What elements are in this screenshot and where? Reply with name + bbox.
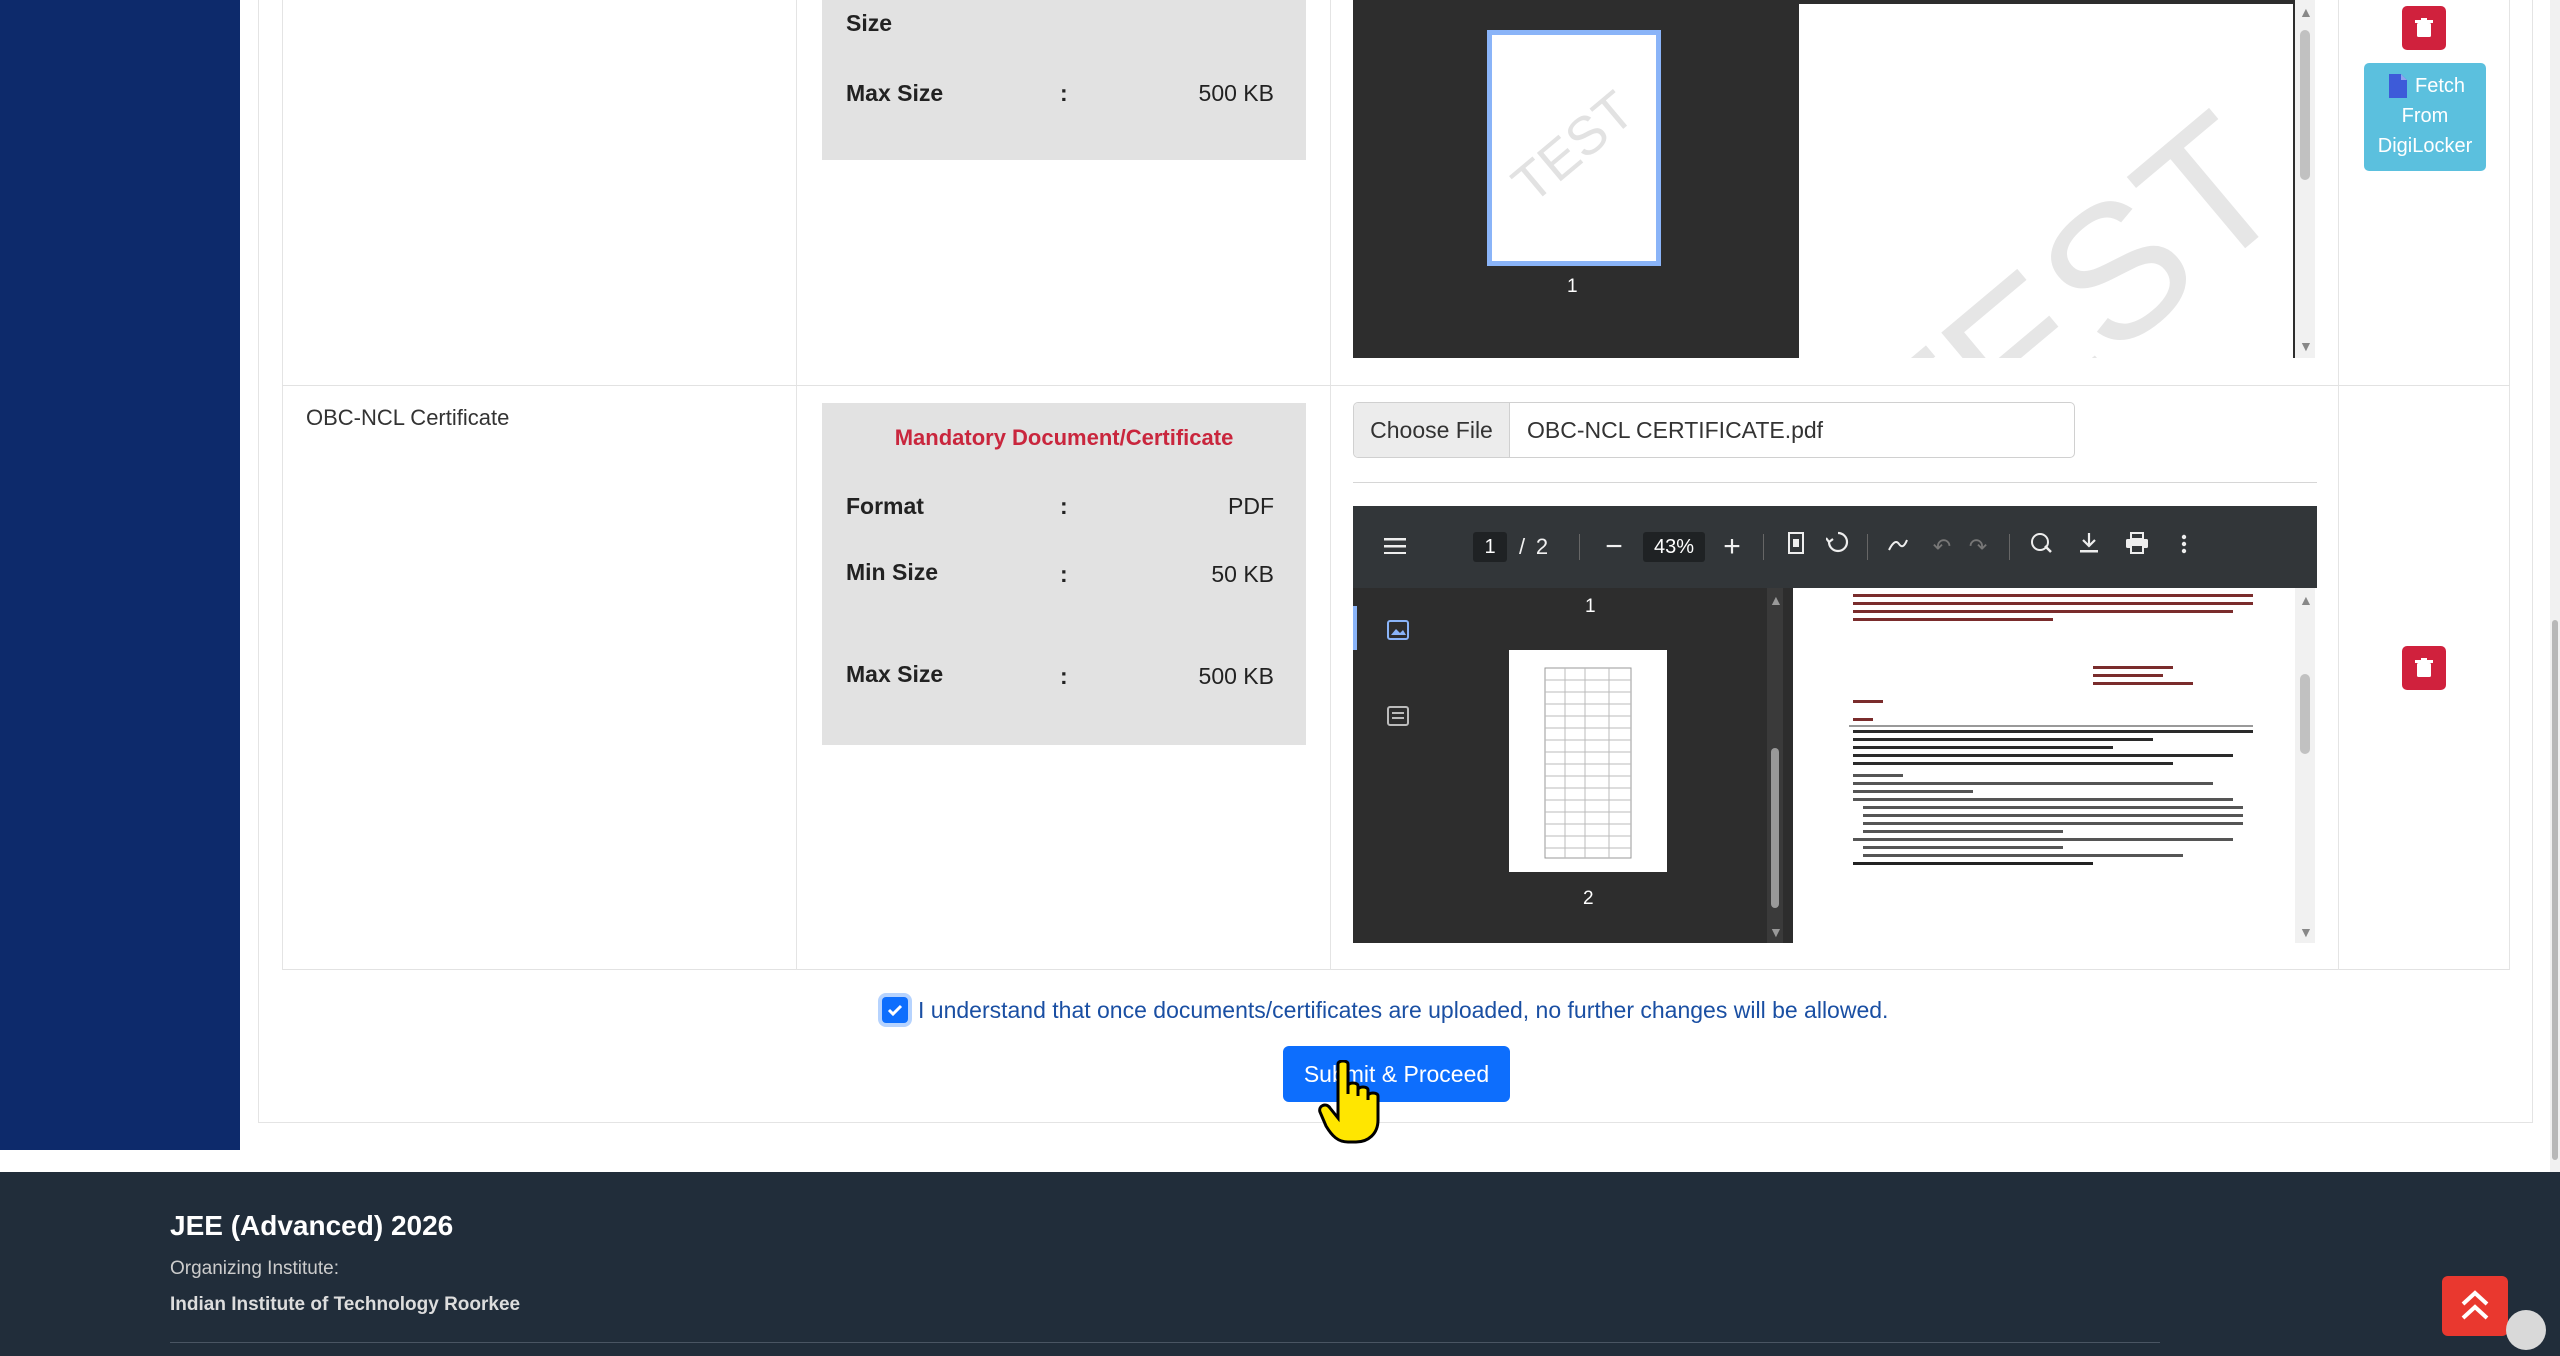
- fetch-digilocker-button[interactable]: Fetch From DigiLocker: [2364, 63, 2486, 171]
- footer-divider: [170, 1342, 2160, 1343]
- fit-page-icon[interactable]: [1781, 506, 1811, 588]
- choose-file-button[interactable]: Choose File: [1354, 403, 1510, 457]
- redo-icon[interactable]: ↷: [1963, 506, 1993, 588]
- colon: :: [1060, 561, 1068, 587]
- organizing-label: Organizing Institute:: [170, 1258, 339, 1279]
- chevron-double-up-icon: [2461, 1290, 2489, 1320]
- requirements-box-2: Mandatory Document/Certificate Format : …: [822, 403, 1306, 745]
- pdf-page-view-2: [1793, 588, 2295, 943]
- watermark-text: TEST: [1501, 80, 1645, 215]
- total-pages: 2: [1535, 534, 1549, 559]
- hand-cursor-icon: [1318, 1059, 1384, 1151]
- thumbnail-page-number: 1: [1567, 276, 1578, 297]
- min-size-label-partial: Size: [846, 10, 893, 36]
- max-size-value: 500 KB: [1198, 663, 1274, 689]
- page-number-input[interactable]: 1: [1473, 532, 1507, 562]
- pdf-page-view-1: TEST: [1797, 0, 2295, 358]
- delete-button-1[interactable]: [2402, 6, 2446, 50]
- print-icon[interactable]: [2121, 506, 2153, 588]
- draw-icon[interactable]: [1883, 506, 1913, 588]
- pdf-scrollbar-2[interactable]: ▲ ▼: [2295, 588, 2315, 943]
- agreement-checkbox[interactable]: [882, 997, 908, 1023]
- pdf-thumbnail-page-2[interactable]: [1509, 650, 1667, 872]
- min-size-value: 50 KB: [1211, 561, 1274, 587]
- zoom-in-icon[interactable]: +: [1717, 506, 1747, 588]
- pdf-thumbnail-pane-1: TEST 1: [1353, 0, 1797, 358]
- menu-icon[interactable]: [1377, 506, 1413, 588]
- page-separator: /: [1518, 534, 1526, 559]
- pdf-scrollbar-1[interactable]: ▲ ▼: [2295, 0, 2315, 358]
- sidebar: [0, 0, 240, 1150]
- delete-button-2[interactable]: [2402, 646, 2446, 690]
- thumbnail-scrollbar[interactable]: ▲ ▼: [1767, 588, 1783, 943]
- download-icon[interactable]: [2073, 506, 2105, 588]
- annotation-icon[interactable]: [2025, 506, 2057, 588]
- requirements-box-1: Size Max Size : 500 KB: [822, 0, 1306, 160]
- footer: JEE (Advanced) 2026 Organizing Institute…: [0, 1172, 2560, 1356]
- document-name: OBC-NCL Certificate: [306, 405, 510, 430]
- chat-widget-icon[interactable]: [2506, 1310, 2546, 1350]
- rotate-icon[interactable]: [1823, 506, 1853, 588]
- back-to-top-button[interactable]: [2442, 1276, 2508, 1336]
- thumbnails-view-icon[interactable]: [1387, 620, 1409, 645]
- trash-icon: [2415, 658, 2433, 677]
- zoom-out-icon[interactable]: −: [1599, 506, 1629, 588]
- checkmark-icon: [887, 1004, 903, 1017]
- pdf-thumbnail-page-1[interactable]: TEST: [1487, 30, 1661, 266]
- colon: :: [1060, 80, 1068, 106]
- mandatory-title: Mandatory Document/Certificate: [894, 425, 1234, 450]
- thumbnail-page-number-1: 1: [1585, 596, 1596, 617]
- selected-file-name: OBC-NCL CERTIFICATE.pdf: [1527, 417, 1824, 443]
- footer-title: JEE (Advanced) 2026: [170, 1210, 454, 1241]
- format-value: PDF: [1228, 493, 1274, 519]
- max-size-label: Max Size: [846, 80, 944, 106]
- trash-icon: [2415, 18, 2433, 37]
- pdf-thumbnail-pane-2: 1 2: [1353, 588, 1767, 943]
- institute-name: Indian Institute of Technology Roorkee: [170, 1294, 521, 1315]
- zoom-level-input[interactable]: 43%: [1643, 532, 1705, 562]
- outline-view-icon[interactable]: [1387, 706, 1409, 731]
- divider: [1353, 482, 2317, 483]
- undo-icon[interactable]: ↶: [1927, 506, 1957, 588]
- max-size-label: Max Size: [846, 661, 944, 687]
- agreement-text[interactable]: I understand that once documents/certifi…: [918, 997, 1888, 1024]
- colon: :: [1060, 493, 1068, 519]
- more-options-icon[interactable]: [2169, 506, 2199, 588]
- min-size-label: Min Size: [846, 559, 939, 585]
- digilocker-icon: [2388, 73, 2407, 98]
- file-input[interactable]: Choose File OBC-NCL CERTIFICATE.pdf: [1353, 402, 2075, 458]
- colon: :: [1060, 663, 1068, 689]
- format-label: Format: [846, 493, 924, 519]
- page-watermark: TEST: [1815, 74, 2295, 358]
- pdf-toolbar: 1 / 2 − 43% + ↶ ↷: [1353, 506, 2317, 588]
- max-size-value: 500 KB: [1198, 80, 1274, 106]
- thumbnail-page-number-2: 2: [1583, 888, 1594, 909]
- page-scrollbar-thumb[interactable]: [2552, 620, 2558, 1160]
